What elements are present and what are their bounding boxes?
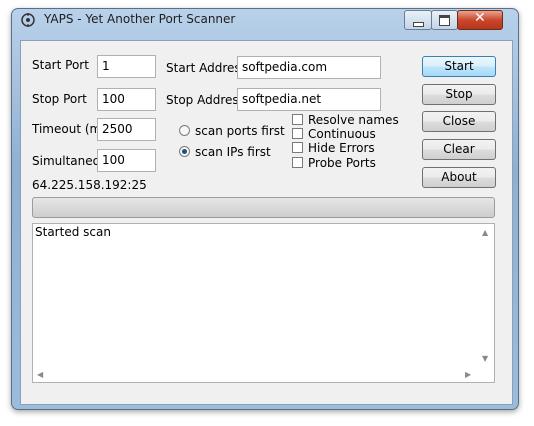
- scan-ports-first-radio[interactable]: scan ports first: [179, 124, 289, 139]
- hide-errors-label: Hide Errors: [308, 141, 375, 155]
- radio-circle[interactable]: [179, 125, 190, 136]
- continuous-label: Continuous: [308, 127, 376, 141]
- scan-ports-first-label: scan ports first: [195, 124, 285, 138]
- minimize-icon: [413, 22, 424, 27]
- start-button[interactable]: Start: [422, 56, 496, 77]
- resolve-names-checkbox[interactable]: Resolve names: [292, 113, 399, 127]
- stop-address-label: Stop Address: [166, 93, 245, 107]
- maximize-icon: [439, 15, 450, 26]
- start-address-label: Start Address: [166, 61, 247, 75]
- checkbox-box[interactable]: [292, 114, 303, 125]
- continuous-checkbox[interactable]: Continuous: [292, 127, 392, 141]
- start-address-input[interactable]: softpedia.com: [237, 56, 381, 79]
- scan-ips-first-label: scan IPs first: [195, 145, 271, 159]
- checkbox-box[interactable]: [292, 142, 303, 153]
- about-button[interactable]: About: [422, 167, 496, 188]
- checkbox-box[interactable]: [292, 157, 303, 168]
- scroll-left-arrow-icon[interactable]: ◀: [37, 370, 43, 379]
- radio-circle-selected[interactable]: [179, 146, 190, 157]
- close-icon: ✕: [474, 10, 486, 26]
- app-scanner-icon: [20, 12, 36, 28]
- stop-address-input[interactable]: softpedia.net: [237, 88, 381, 111]
- resolve-names-label: Resolve names: [308, 113, 399, 127]
- stop-port-input[interactable]: 100: [97, 88, 156, 111]
- timeout-input[interactable]: 2500: [97, 118, 156, 141]
- current-target-text: 64.225.158.192:25: [32, 178, 147, 192]
- scroll-up-arrow-icon[interactable]: ▲: [482, 228, 488, 237]
- probe-ports-checkbox[interactable]: Probe Ports: [292, 156, 392, 170]
- simultaneous-input[interactable]: 100: [97, 149, 156, 172]
- scan-progress-bar: [32, 197, 495, 218]
- minimize-button[interactable]: [404, 10, 432, 30]
- clear-button[interactable]: Clear: [422, 139, 496, 160]
- stop-button[interactable]: Stop: [422, 84, 496, 105]
- scan-ips-first-radio[interactable]: scan IPs first: [179, 145, 289, 160]
- probe-ports-label: Probe Ports: [308, 156, 376, 170]
- hide-errors-checkbox[interactable]: Hide Errors: [292, 141, 392, 155]
- scroll-down-arrow-icon[interactable]: ▼: [482, 354, 488, 363]
- close-button[interactable]: Close: [422, 111, 496, 132]
- close-window-button[interactable]: ✕: [457, 10, 503, 30]
- scan-log-area[interactable]: Started scan ▲ ▼ ◀ ▶: [32, 223, 495, 383]
- radio-selected-dot: [182, 149, 187, 154]
- stop-port-label: Stop Port: [32, 92, 87, 106]
- maximize-button[interactable]: [431, 10, 458, 30]
- scroll-right-arrow-icon[interactable]: ▶: [465, 370, 471, 379]
- checkbox-box[interactable]: [292, 128, 303, 139]
- start-port-input[interactable]: 1: [97, 55, 156, 78]
- window-title: YAPS - Yet Another Port Scanner: [44, 12, 236, 26]
- log-line: Started scan: [35, 225, 111, 239]
- start-port-label: Start Port: [32, 58, 89, 72]
